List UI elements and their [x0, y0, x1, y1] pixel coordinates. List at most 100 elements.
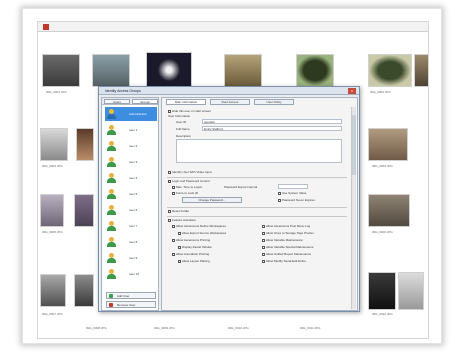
window-title-bar: [38, 22, 428, 32]
user-list-item[interactable]: user 3: [105, 155, 157, 169]
thumbnail[interactable]: [368, 54, 412, 87]
checkbox-icon[interactable]: [278, 198, 281, 202]
feature-option[interactable]: Allow Ascensions Post Menu Log: [262, 224, 310, 228]
user-list-item[interactable]: Administrator: [105, 107, 157, 121]
hide-user-option[interactable]: Hide this user on start screen: [168, 109, 211, 113]
scrollbar-thumb[interactable]: [352, 115, 356, 175]
force-lock-option[interactable]: Force to Lock ID: [172, 191, 198, 195]
desktop-screenshot: IMG_0001.JPG IMG_0002.JPG IMG_0003.JPG I…: [37, 21, 429, 339]
never-expires-option[interactable]: Password Never Expires: [278, 198, 315, 202]
feature-option[interactable]: Allow Unified Report Maintenance: [262, 252, 311, 256]
thumbnail[interactable]: [92, 54, 130, 87]
thumbnail[interactable]: [224, 54, 262, 87]
thumbnail[interactable]: [146, 52, 192, 88]
user-list-item[interactable]: user 7: [105, 219, 157, 233]
checkbox-icon[interactable]: [168, 179, 171, 183]
tab-main-information[interactable]: Main Information: [166, 99, 206, 105]
feature-option[interactable]: Allow Ascensions Printing: [172, 238, 210, 242]
user-list-item[interactable]: user 4: [105, 171, 157, 185]
feature-option[interactable]: Display Result Tabular: [178, 245, 212, 249]
checkbox-icon[interactable]: [262, 245, 265, 249]
vertical-scrollbar[interactable]: [351, 107, 356, 309]
checkbox-icon[interactable]: [262, 238, 265, 242]
description-field[interactable]: [176, 139, 342, 163]
user-list-item[interactable]: user 5: [105, 187, 157, 201]
thumbnail[interactable]: [40, 274, 66, 307]
feature-option[interactable]: Allow Annotation Printing: [172, 252, 209, 256]
user-icon: [107, 269, 116, 279]
thumbnail[interactable]: [414, 54, 428, 87]
reset-folder-option[interactable]: Reset Folder: [168, 209, 189, 213]
user-list-item[interactable]: user 6: [105, 203, 157, 217]
feature-option[interactable]: Allow Ascensions Refine Workspaces: [172, 224, 226, 228]
dialog-title-bar[interactable]: Identity Access Groups x: [99, 87, 359, 95]
divider: [167, 207, 347, 208]
tab-users[interactable]: Users: [104, 99, 130, 104]
full-name-field[interactable]: Emily Stafford: [202, 126, 342, 131]
user-icon: [107, 221, 116, 231]
remove-user-button[interactable]: Remove User: [106, 301, 156, 308]
user-id-field[interactable]: operator: [202, 119, 342, 124]
checkbox-icon[interactable]: [168, 218, 171, 222]
checkbox-icon[interactable]: [168, 209, 171, 213]
tab-user-policy[interactable]: User Policy: [254, 99, 294, 105]
password-expire-hint: Password Expire Interval: [224, 185, 258, 189]
user-icon: [107, 253, 116, 263]
thumbnail[interactable]: [368, 272, 396, 310]
checkbox-icon[interactable]: [172, 185, 175, 189]
feature-option[interactable]: Allow Layout Placing: [178, 259, 210, 263]
thumbnail[interactable]: [296, 54, 334, 87]
thumbnail[interactable]: [76, 128, 94, 161]
checkbox-icon[interactable]: [262, 231, 265, 235]
thumbnail[interactable]: [368, 194, 410, 227]
user-list-item[interactable]: user 8: [105, 235, 157, 249]
feature-option[interactable]: Allow Variable Maintenance: [262, 238, 303, 242]
checkbox-icon[interactable]: [178, 259, 181, 263]
thumbnail[interactable]: [368, 128, 408, 161]
feature-option[interactable]: Allow Variable Special Maintenance: [262, 245, 313, 249]
thumbnail[interactable]: [42, 54, 80, 87]
thumbnail[interactable]: [40, 194, 64, 227]
thumbnail[interactable]: [40, 128, 68, 161]
checkbox-icon[interactable]: [262, 252, 265, 256]
user-list-item[interactable]: user 9: [105, 251, 157, 265]
checkbox-icon[interactable]: [172, 224, 175, 228]
change-password-button[interactable]: Change Password...: [182, 197, 242, 203]
identify-user-option[interactable]: Identify User With Video Input: [168, 170, 212, 174]
max-time-option[interactable]: Max. Time to Logon: [172, 185, 202, 189]
tab-root-access[interactable]: Root Access: [210, 99, 250, 105]
user-list-item[interactable]: user 2: [105, 139, 157, 153]
thumbnail[interactable]: [74, 274, 94, 307]
feature-option[interactable]: Allow Ones to Storage Tape Proofer: [262, 231, 314, 235]
close-icon[interactable]: x: [348, 88, 356, 94]
user-name: user 6: [129, 208, 138, 212]
expire-interval-field[interactable]: [278, 184, 308, 189]
checkbox-icon[interactable]: [172, 252, 175, 256]
user-list-item[interactable]: user 1: [105, 123, 157, 137]
feature-option[interactable]: Allow Export Source Workspaces: [178, 231, 226, 235]
checkbox-icon[interactable]: [168, 109, 171, 113]
thumbnail[interactable]: [398, 272, 424, 310]
add-user-label: Add User: [117, 294, 130, 298]
tab-groups[interactable]: Groups: [132, 99, 158, 104]
checkbox-icon[interactable]: [178, 245, 181, 249]
add-user-button[interactable]: Add User: [106, 292, 156, 299]
checkbox-icon[interactable]: [262, 224, 265, 228]
system-value-option[interactable]: Use System Value: [278, 191, 306, 195]
login-password-section[interactable]: Login and Password Control: [168, 179, 210, 183]
user-list-panel: Users Groups Administrator user 1 user 2 us…: [101, 97, 159, 311]
user-list-item[interactable]: user 10: [105, 267, 157, 281]
divider: [167, 216, 347, 217]
close-icon[interactable]: [43, 24, 49, 30]
checkbox-icon[interactable]: [278, 191, 281, 195]
checkbox-icon[interactable]: [172, 191, 175, 195]
feature-activation-section[interactable]: Feature Activation: [168, 218, 196, 222]
divider: [167, 177, 347, 178]
thumbnail-label: IMG_0003.JPG: [42, 164, 63, 168]
thumbnail[interactable]: [74, 194, 94, 227]
checkbox-icon[interactable]: [172, 238, 175, 242]
checkbox-icon[interactable]: [168, 170, 171, 174]
checkbox-icon[interactable]: [178, 231, 181, 235]
checkbox-icon[interactable]: [262, 259, 265, 263]
feature-option[interactable]: Allow Modify Serial Edit Entire: [262, 259, 306, 263]
